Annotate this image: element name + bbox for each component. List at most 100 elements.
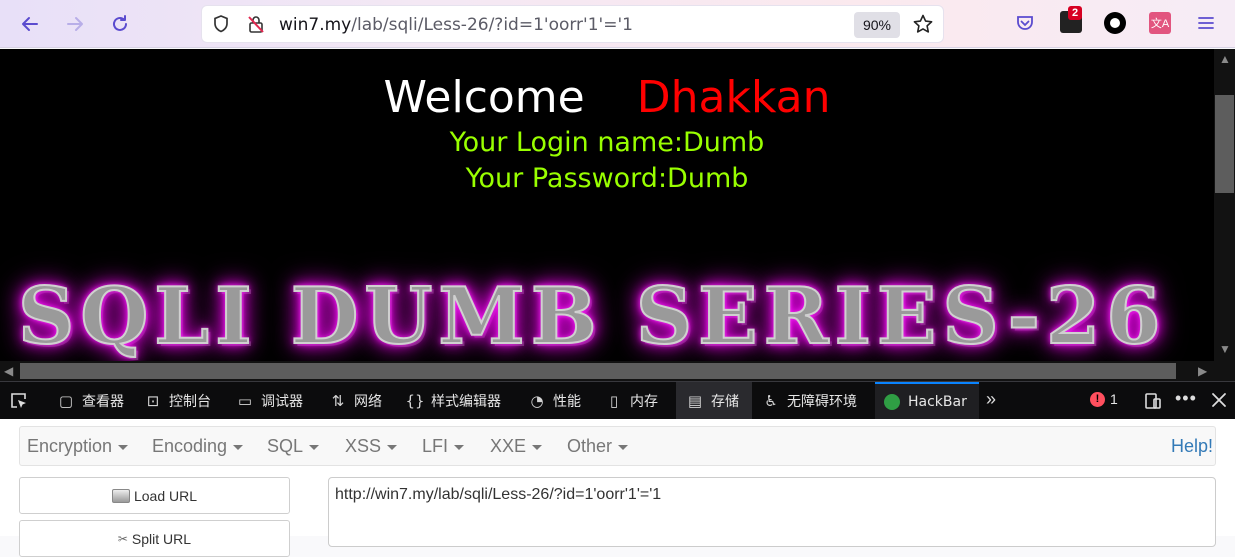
tab-label: HackBar bbox=[908, 393, 967, 410]
help-link[interactable]: Help! bbox=[1171, 436, 1213, 457]
reload-button[interactable] bbox=[106, 10, 134, 38]
split-url-icon: ✂ bbox=[117, 531, 128, 546]
tab-performance[interactable]: ◔ 性能 bbox=[522, 382, 587, 419]
menu-label: Other bbox=[567, 436, 613, 456]
performance-icon: ◔ bbox=[530, 391, 544, 410]
horizontal-scroll-thumb[interactable] bbox=[20, 363, 1176, 379]
tab-memory[interactable]: ▯ 内存 bbox=[599, 382, 664, 419]
caret-down-icon bbox=[233, 445, 244, 450]
accessibility-icon: ♿ bbox=[764, 391, 778, 410]
hackbar-panel: Encryption Encoding SQL XSS LFI XXE Othe… bbox=[0, 419, 1235, 557]
horizontal-scrollbar[interactable]: ◀ ▶ bbox=[0, 361, 1214, 381]
forward-arrow-icon bbox=[67, 17, 83, 31]
scroll-down-icon[interactable]: ▼ bbox=[1219, 342, 1231, 356]
console-icon: ⊡ bbox=[146, 391, 160, 410]
insecure-lock-icon[interactable] bbox=[246, 14, 266, 39]
menu-label: Encryption bbox=[27, 436, 113, 456]
extension-cookie-icon[interactable]: 2 bbox=[1060, 6, 1083, 33]
menu-label: Encoding bbox=[152, 436, 228, 456]
tab-debugger[interactable]: ▭ 调试器 bbox=[230, 382, 309, 419]
tab-label: 查看器 bbox=[82, 393, 124, 410]
tab-label: 无障碍环境 bbox=[787, 393, 857, 410]
vertical-scroll-thumb[interactable] bbox=[1215, 95, 1234, 193]
scroll-left-icon[interactable]: ◀ bbox=[4, 364, 13, 378]
menu-xxe[interactable]: XXE bbox=[490, 436, 543, 457]
url-host: win7.my bbox=[279, 15, 352, 35]
devtools-menu-icon[interactable]: ••• bbox=[1175, 388, 1197, 409]
menu-label: XXE bbox=[490, 436, 527, 456]
pocket-icon[interactable] bbox=[1015, 13, 1035, 38]
zoom-indicator[interactable]: 90% bbox=[854, 12, 900, 38]
tab-label: 存储 bbox=[711, 393, 739, 410]
menu-encryption[interactable]: Encryption bbox=[27, 436, 129, 457]
element-picker-icon[interactable] bbox=[9, 391, 29, 416]
translate-extension-icon[interactable]: 文A bbox=[1149, 12, 1171, 34]
extension-circle-icon[interactable] bbox=[1104, 12, 1126, 34]
menu-xss[interactable]: XSS bbox=[345, 436, 398, 457]
menu-label: SQL bbox=[267, 436, 304, 456]
more-tabs-chevron-icon[interactable]: » bbox=[986, 389, 996, 410]
split-url-label: Split URL bbox=[131, 530, 192, 547]
error-icon: ! bbox=[1090, 391, 1105, 407]
scroll-right-icon[interactable]: ▶ bbox=[1198, 364, 1207, 378]
vertical-scrollbar[interactable]: ▲ ▼ bbox=[1214, 49, 1235, 381]
back-arrow-icon bbox=[22, 17, 38, 31]
hackbar-menu: Encryption Encoding SQL XSS LFI XXE Othe… bbox=[19, 426, 1216, 466]
hackbar-icon bbox=[883, 393, 901, 411]
tab-style-editor[interactable]: {} 样式编辑器 bbox=[400, 382, 507, 419]
error-count: 1 bbox=[1110, 391, 1118, 407]
devtools-toolbar: ▢ 查看器 ⊡ 控制台 ▭ 调试器 ⇅ 网络 {} 样式编辑器 ◔ 性能 ▯ 内存 ▤ 存储 ♿… bbox=[0, 381, 1235, 419]
split-url-button[interactable]: ✂ Split URL bbox=[19, 520, 290, 557]
tab-hackbar[interactable]: HackBar bbox=[875, 382, 979, 419]
password-line: Your Password:Dumb bbox=[465, 163, 749, 194]
address-bar[interactable]: win7.my/lab/sqli/Less-26/?id=1'oorr'1'='… bbox=[201, 5, 944, 43]
username-display: Dhakkan bbox=[636, 72, 831, 123]
back-button[interactable] bbox=[16, 10, 44, 38]
forward-button[interactable] bbox=[61, 10, 89, 38]
network-icon: ⇅ bbox=[331, 391, 345, 410]
tab-label: 网络 bbox=[354, 393, 382, 410]
series-banner-image: SQLI DUMB SERIES-26 bbox=[17, 270, 1167, 361]
bookmark-star-icon[interactable] bbox=[912, 13, 934, 40]
error-count-badge[interactable]: ! 1 bbox=[1090, 391, 1118, 407]
reload-icon bbox=[113, 15, 127, 31]
shield-icon[interactable] bbox=[211, 14, 231, 39]
inspector-icon: ▢ bbox=[58, 391, 74, 410]
page-viewport: Welcome Dhakkan Your Login name:Dumb Your… bbox=[0, 49, 1214, 361]
url-textarea[interactable]: http://win7.my/lab/sqli/Less-26/?id=1'oo… bbox=[328, 477, 1216, 547]
url-text[interactable]: win7.my/lab/sqli/Less-26/?id=1'oorr'1'='… bbox=[279, 15, 633, 35]
tab-console[interactable]: ⊡ 控制台 bbox=[138, 382, 217, 419]
extension-badge: 2 bbox=[1068, 6, 1083, 20]
tab-accessibility[interactable]: ♿ 无障碍环境 bbox=[756, 382, 863, 419]
responsive-design-icon[interactable] bbox=[1143, 391, 1163, 416]
app-menu-icon[interactable] bbox=[1196, 13, 1216, 38]
tab-label: 调试器 bbox=[261, 393, 303, 410]
menu-other[interactable]: Other bbox=[567, 436, 629, 457]
load-url-icon bbox=[111, 488, 130, 503]
caret-down-icon bbox=[309, 445, 320, 450]
tab-label: 性能 bbox=[553, 393, 581, 410]
menu-encoding[interactable]: Encoding bbox=[152, 436, 244, 457]
tab-label: 控制台 bbox=[169, 393, 211, 410]
caret-down-icon bbox=[454, 445, 465, 450]
caret-down-icon bbox=[118, 445, 129, 450]
caret-down-icon bbox=[618, 445, 629, 450]
tab-network[interactable]: ⇅ 网络 bbox=[323, 382, 388, 419]
tab-inspector[interactable]: ▢ 查看器 bbox=[51, 382, 130, 419]
menu-label: XSS bbox=[345, 436, 382, 456]
caret-down-icon bbox=[387, 445, 398, 450]
tab-label: 内存 bbox=[630, 393, 658, 410]
menu-label: LFI bbox=[422, 436, 449, 456]
tab-label: 样式编辑器 bbox=[431, 393, 501, 410]
memory-icon: ▯ bbox=[609, 391, 619, 410]
close-devtools-icon[interactable] bbox=[1210, 391, 1228, 414]
debugger-icon: ▭ bbox=[237, 391, 253, 410]
menu-lfi[interactable]: LFI bbox=[422, 436, 465, 457]
tab-storage[interactable]: ▤ 存储 bbox=[676, 382, 752, 419]
login-name-line: Your Login name:Dumb bbox=[449, 127, 765, 158]
scroll-up-icon[interactable]: ▲ bbox=[1219, 52, 1231, 66]
caret-down-icon bbox=[532, 445, 543, 450]
menu-sql[interactable]: SQL bbox=[267, 436, 320, 457]
load-url-button[interactable]: Load URL bbox=[19, 477, 290, 514]
storage-icon: ▤ bbox=[687, 391, 703, 410]
